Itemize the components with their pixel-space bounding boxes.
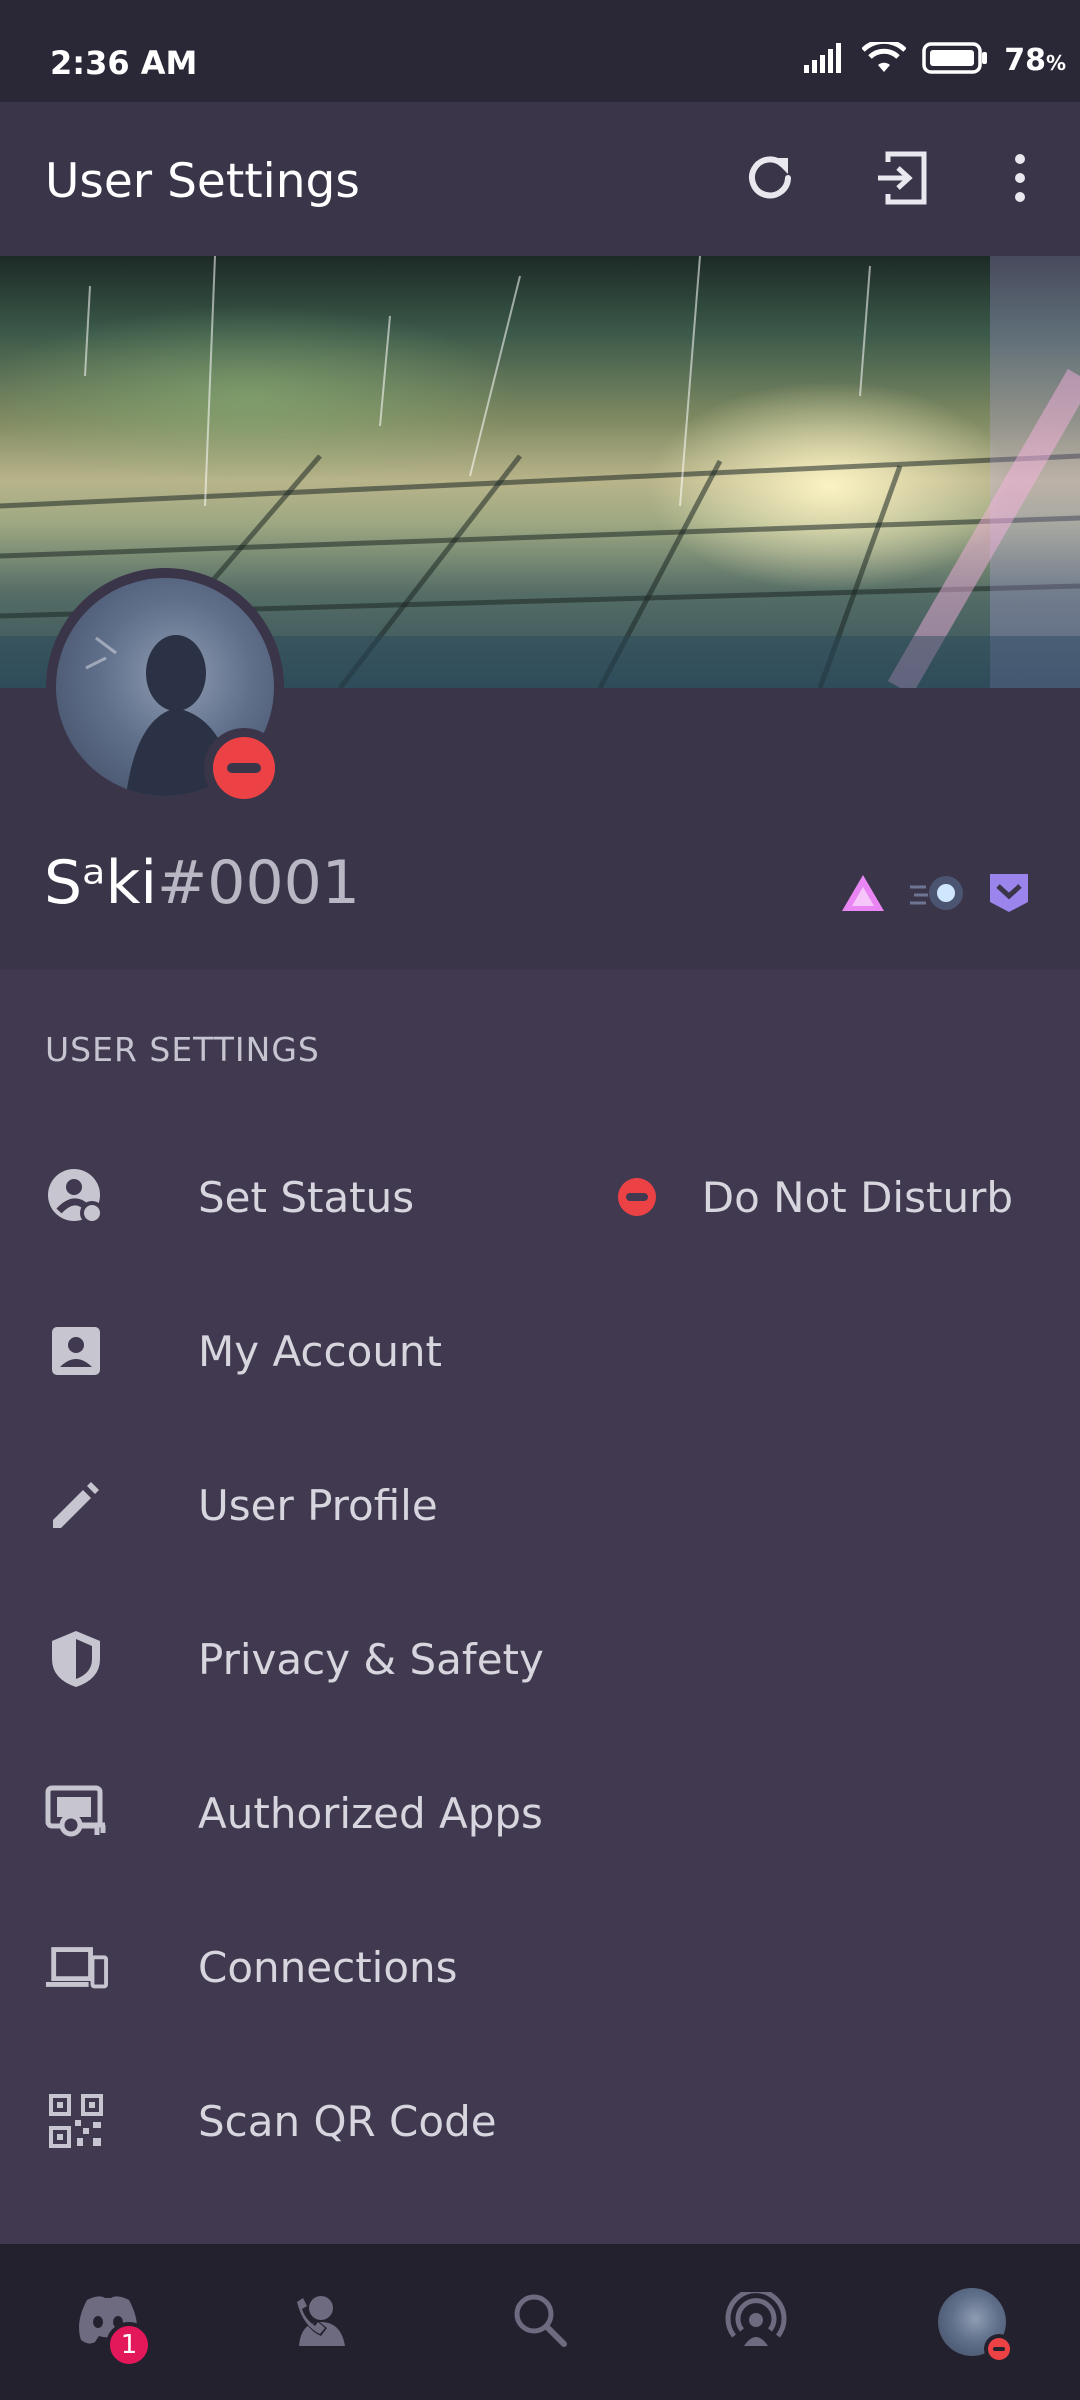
logout-icon[interactable]	[870, 146, 934, 210]
setting-value: Do Not Disturb	[701, 1172, 1013, 1222]
profile-avatar	[938, 2288, 1014, 2364]
battery-icon	[922, 42, 988, 78]
username-name: Sᵃki	[44, 848, 157, 918]
setting-label: Connections	[198, 1942, 458, 1992]
setting-connections[interactable]: Connections	[0, 1890, 1080, 2044]
dnd-status-indicator	[204, 728, 284, 808]
nav-friends[interactable]	[216, 2244, 432, 2400]
account-status-icon	[44, 1165, 108, 1229]
nav-home[interactable]: 1	[0, 2244, 216, 2400]
nav-search[interactable]	[432, 2244, 648, 2400]
triangle-badge-icon[interactable]	[840, 873, 886, 917]
setting-label: Privacy & Safety	[198, 1634, 544, 1684]
page-title: User Settings	[45, 154, 360, 209]
setting-authorized-apps[interactable]: Authorized Apps	[0, 1736, 1080, 1890]
mentions-icon	[724, 2288, 788, 2352]
authorized-apps-icon	[44, 1781, 108, 1845]
chevron-shield-badge-icon[interactable]	[988, 872, 1030, 918]
nav-profile[interactable]	[864, 2244, 1080, 2400]
profile-badges	[840, 872, 1030, 918]
search-icon	[512, 2292, 568, 2352]
dnd-status-dot	[618, 1178, 656, 1216]
setting-privacy-safety[interactable]: Privacy & Safety	[0, 1582, 1080, 1736]
status-icons: 78%	[804, 38, 1066, 78]
shield-icon	[44, 1627, 108, 1691]
section-title: USER SETTINGS	[45, 1030, 320, 1069]
username: Sᵃki#0001	[44, 848, 360, 918]
friends-icon	[293, 2292, 355, 2352]
dnd-status-indicator	[984, 2334, 1014, 2364]
account-box-icon	[44, 1319, 108, 1383]
notification-badge: 1	[106, 2322, 152, 2368]
setting-label: Authorized Apps	[198, 1788, 543, 1838]
setting-label: My Account	[198, 1326, 443, 1376]
pencil-icon	[44, 1473, 108, 1537]
status-time: 2:36 AM	[50, 44, 198, 82]
settings-list: Set Status Do Not Disturb My Account Use…	[0, 1120, 1080, 2198]
bottom-nav: 1	[0, 2244, 1080, 2400]
status-bar: 2:36 AM 78%	[0, 0, 1080, 102]
nav-mentions[interactable]	[648, 2244, 864, 2400]
setting-label: Scan QR Code	[198, 2096, 497, 2146]
username-discriminator: #0001	[157, 848, 360, 918]
devices-icon	[44, 1935, 108, 1999]
setting-set-status[interactable]: Set Status Do Not Disturb	[0, 1120, 1080, 1274]
speed-badge-icon[interactable]	[908, 873, 966, 917]
setting-my-account[interactable]: My Account	[0, 1274, 1080, 1428]
qr-code-icon	[44, 2089, 108, 2153]
setting-label: Set Status	[198, 1172, 415, 1222]
setting-label: User Profile	[198, 1480, 438, 1530]
setting-scan-qr[interactable]: Scan QR Code	[0, 2044, 1080, 2198]
refresh-icon[interactable]	[738, 146, 802, 210]
setting-user-profile[interactable]: User Profile	[0, 1428, 1080, 1582]
wifi-icon	[861, 38, 907, 78]
more-vert-icon[interactable]	[988, 146, 1052, 210]
app-bar: User Settings	[0, 102, 1080, 256]
battery-percent: 78%	[1004, 42, 1066, 78]
signal-icon	[804, 43, 846, 77]
